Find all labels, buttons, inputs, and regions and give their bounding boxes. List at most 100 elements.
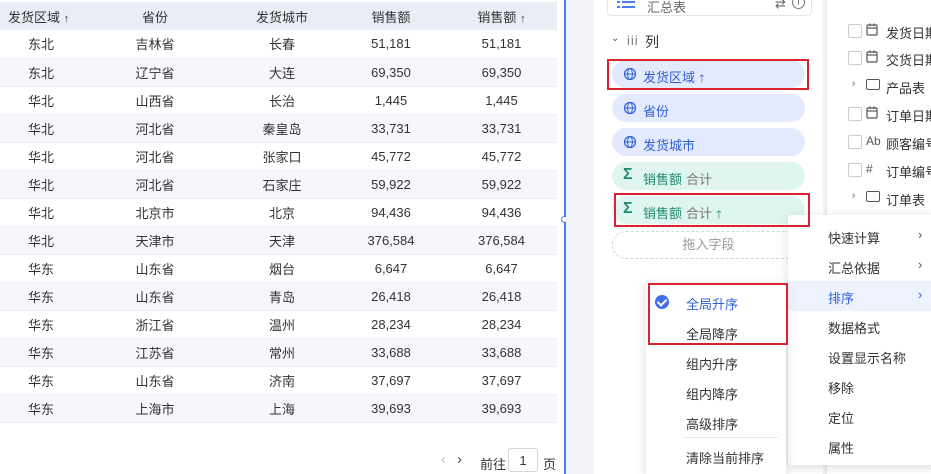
context-menu-item[interactable]: 移除 bbox=[788, 371, 931, 401]
table-cell: 河北省 bbox=[82, 142, 228, 171]
folder-icon bbox=[866, 191, 880, 202]
table-cell: 山西省 bbox=[82, 86, 228, 115]
field-item[interactable]: 发货日期 bbox=[826, 18, 931, 44]
column-header-city[interactable]: 发货城市 bbox=[228, 2, 336, 30]
table-cell: 吉林省 bbox=[82, 30, 228, 59]
field-checkbox[interactable] bbox=[848, 163, 862, 177]
sort-option[interactable]: 高级排序 bbox=[646, 407, 786, 437]
swap-icon[interactable]: ⇄ bbox=[775, 0, 786, 12]
table-cell: 28,234 bbox=[336, 310, 446, 339]
table-cell: 华东 bbox=[0, 254, 82, 283]
table-cell: 37,697 bbox=[446, 366, 557, 395]
expand-caret-icon[interactable]: › bbox=[852, 78, 855, 89]
column-header-sales[interactable]: 销售额 bbox=[336, 2, 446, 30]
column-pill-province[interactable]: 省份 bbox=[612, 94, 805, 122]
sort-option[interactable]: 清除当前排序 bbox=[646, 441, 786, 471]
context-menu-item[interactable]: 排序 › bbox=[788, 281, 931, 311]
sort-asc-icon: ↑ bbox=[520, 12, 526, 25]
table-cell: 33,688 bbox=[336, 338, 446, 367]
table-row[interactable]: 华东 上海市 上海 39,693 39,693 bbox=[0, 394, 557, 423]
calendar-icon bbox=[866, 106, 879, 122]
table-row[interactable]: 华东 浙江省 温州 28,234 28,234 bbox=[0, 310, 557, 339]
table-cell: 376,584 bbox=[336, 226, 446, 255]
column-pill-city[interactable]: 发货城市 bbox=[612, 128, 805, 156]
table-cell: 石家庄 bbox=[228, 170, 336, 199]
field-checkbox[interactable] bbox=[848, 24, 862, 38]
table-row[interactable]: 东北 辽宁省 大连 69,350 69,350 bbox=[0, 58, 557, 87]
context-menu-item[interactable]: 快速计算 › bbox=[788, 221, 931, 251]
table-row[interactable]: 华东 山东省 青岛 26,418 26,418 bbox=[0, 282, 557, 311]
column-pill-region[interactable]: 发货区域 🡑 bbox=[612, 60, 805, 88]
page-number-input[interactable] bbox=[508, 448, 538, 472]
page-unit-label: 页 bbox=[543, 457, 557, 472]
context-menu-item[interactable]: 设置显示名称 bbox=[788, 341, 931, 371]
menu-item-label: 属性 bbox=[828, 441, 855, 456]
sort-option[interactable]: 全局升序 bbox=[646, 287, 786, 317]
menu-item-label: 移除 bbox=[828, 381, 855, 396]
column-pill-sales-sum-sorted[interactable]: Σ 销售额 合计 🡑 bbox=[612, 196, 805, 224]
table-row[interactable]: 华东 山东省 烟台 6,647 6,647 bbox=[0, 254, 557, 283]
context-menu-item[interactable]: 数据格式 bbox=[788, 311, 931, 341]
next-page-button[interactable]: › bbox=[457, 451, 462, 468]
table-row[interactable]: 华北 河北省 张家口 45,772 45,772 bbox=[0, 142, 557, 171]
table-cell: 东北 bbox=[0, 30, 82, 59]
folder-icon bbox=[866, 79, 880, 90]
sort-option-label: 组内升序 bbox=[686, 357, 739, 372]
table-row[interactable]: 华北 河北省 秦皇岛 33,731 33,731 bbox=[0, 114, 557, 143]
collapse-toggle-icon[interactable]: ⌄ bbox=[611, 33, 619, 44]
table-row[interactable]: 华东 山东省 济南 37,697 37,697 bbox=[0, 366, 557, 395]
menu-item-label: 设置显示名称 bbox=[828, 351, 907, 366]
chevron-right-icon: › bbox=[918, 257, 923, 272]
drop-field-zone[interactable]: 拖入字段 bbox=[612, 231, 805, 259]
column-header-sales-sorted[interactable]: 销售额 ↑ bbox=[446, 2, 557, 30]
field-item[interactable]: 交货日期 bbox=[826, 45, 931, 71]
table-row[interactable]: 东北 吉林省 长春 51,181 51,181 bbox=[0, 30, 557, 59]
column-header-region[interactable]: 发货区域 ↑ bbox=[0, 2, 82, 30]
sort-option[interactable]: 组内降序 bbox=[646, 377, 786, 407]
field-item[interactable]: # 订单编号 bbox=[826, 157, 931, 183]
globe-icon bbox=[623, 135, 637, 149]
table-cell: 45,772 bbox=[336, 142, 446, 171]
table-cell: 常州 bbox=[228, 338, 336, 367]
table-cell: 94,436 bbox=[336, 198, 446, 227]
column-header-label: 销售额 bbox=[477, 9, 517, 25]
context-menu-item[interactable]: 属性 bbox=[788, 431, 931, 461]
goto-page-label: 前往 bbox=[480, 457, 507, 472]
context-menu-item[interactable]: 汇总依据 › bbox=[788, 251, 931, 281]
field-item[interactable]: › 订单表 bbox=[826, 185, 931, 211]
field-item[interactable]: 订单日期 bbox=[826, 101, 931, 127]
field-checkbox[interactable] bbox=[848, 107, 862, 121]
table-row[interactable]: 华北 北京市 北京 94,436 94,436 bbox=[0, 198, 557, 227]
context-menu-item[interactable]: 定位 bbox=[788, 401, 931, 431]
pill-label: 销售额 合计 bbox=[643, 169, 712, 188]
field-label: 交货日期 bbox=[886, 53, 931, 68]
expand-caret-icon[interactable]: › bbox=[852, 190, 855, 201]
field-label: 顾客编号 bbox=[886, 137, 931, 152]
table-row[interactable]: 华北 天津市 天津 376,584 376,584 bbox=[0, 226, 557, 255]
field-item[interactable]: › 产品表 bbox=[826, 73, 931, 99]
table-cell: 青岛 bbox=[228, 282, 336, 311]
column-header-province[interactable]: 省份 bbox=[82, 2, 228, 30]
table-row[interactable]: 华北 山西省 长治 1,445 1,445 bbox=[0, 86, 557, 115]
pill-label: 省份 bbox=[643, 104, 670, 119]
pill-context-menu: 快速计算 › 汇总依据 › 排序 › 数据格式设置显示名称 移除定位属性 bbox=[788, 215, 931, 465]
pill-label-text: 销售额 bbox=[643, 206, 683, 221]
field-checkbox[interactable] bbox=[848, 51, 862, 65]
column-header-label: 发货区域 bbox=[8, 9, 61, 25]
table-cell: 山东省 bbox=[82, 254, 228, 283]
table-cell: 大连 bbox=[228, 58, 336, 87]
field-item[interactable]: Ab 顾客编号 bbox=[826, 129, 931, 155]
table-cell: 浙江省 bbox=[82, 310, 228, 339]
sort-option-label: 组内降序 bbox=[686, 387, 739, 402]
sort-option[interactable]: 组内升序 bbox=[646, 347, 786, 377]
table-row[interactable]: 华北 河北省 石家庄 59,922 59,922 bbox=[0, 170, 557, 199]
sort-option[interactable]: 全局降序 bbox=[646, 317, 786, 347]
table-cell: 6,647 bbox=[336, 254, 446, 283]
column-pill-sales-sum[interactable]: Σ 销售额 合计 bbox=[612, 162, 805, 190]
sort-asc-icon: ↑ bbox=[63, 12, 70, 25]
prev-page-button[interactable]: ‹ bbox=[441, 451, 446, 468]
field-checkbox[interactable] bbox=[848, 135, 862, 149]
table-cell: 6,647 bbox=[446, 254, 557, 283]
table-row[interactable]: 华东 江苏省 常州 33,688 33,688 bbox=[0, 338, 557, 367]
table-cell: 376,584 bbox=[446, 226, 557, 255]
